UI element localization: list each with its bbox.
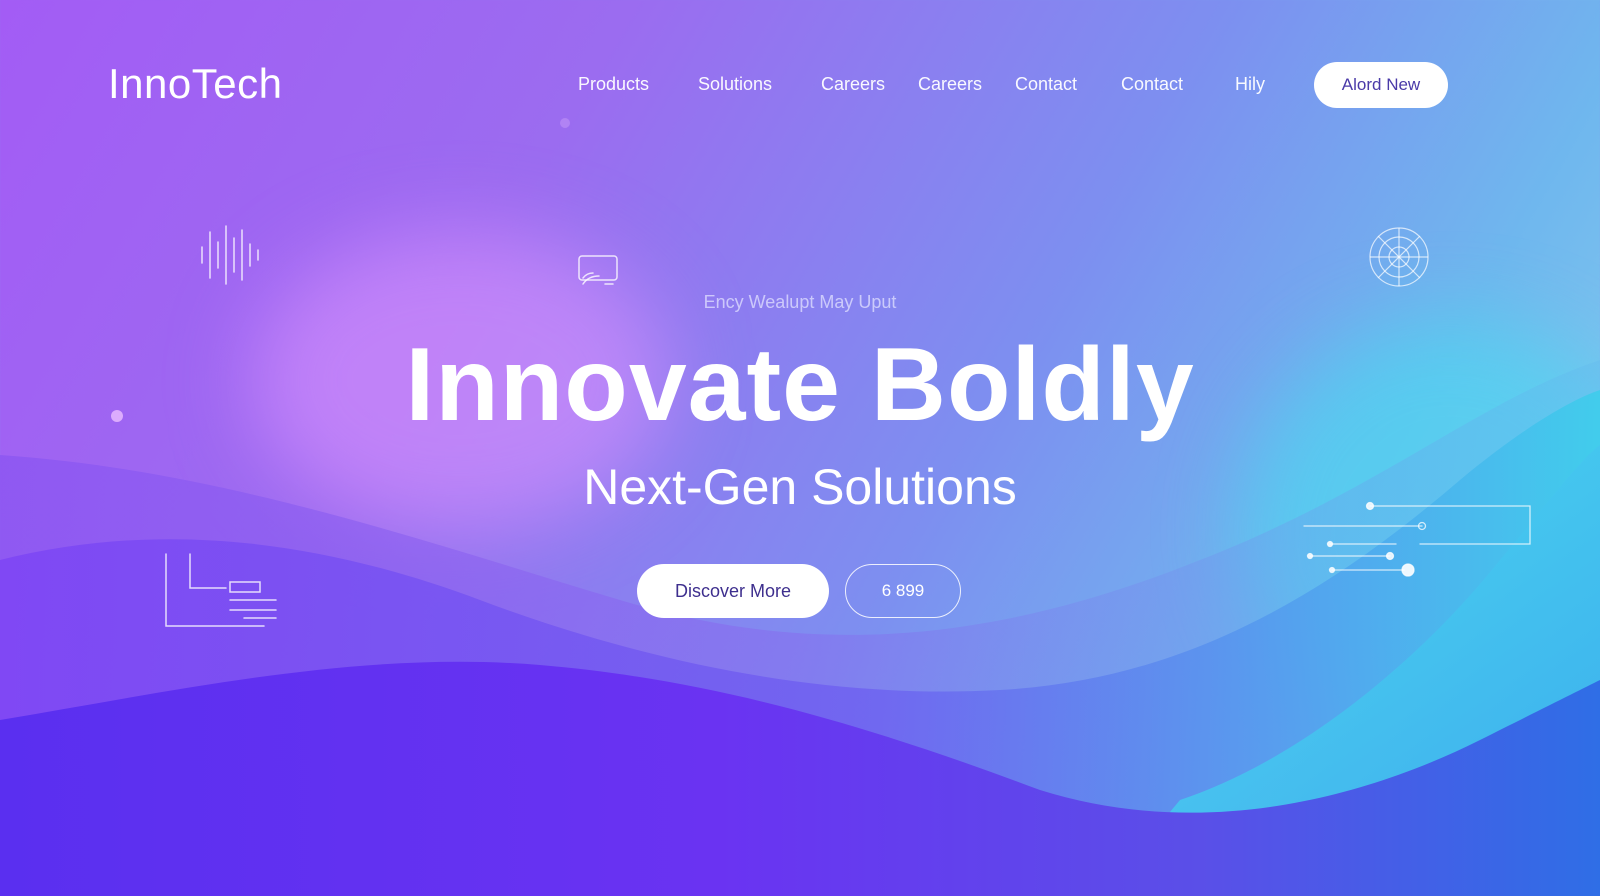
- hero-title: Innovate Boldly: [405, 327, 1195, 443]
- brand-logo[interactable]: InnoTech: [108, 60, 282, 108]
- nav-item-contact[interactable]: Contact: [1015, 74, 1077, 95]
- nav-item-solutions[interactable]: Solutions: [698, 74, 772, 95]
- nav-item-careers[interactable]: Careers: [821, 74, 885, 95]
- nav-item-products[interactable]: Products: [578, 74, 649, 95]
- hero-eyebrow: Ency Wealupt May Uput: [703, 292, 897, 312]
- decor-dot: [560, 118, 570, 128]
- sound-wave-icon: [198, 222, 264, 288]
- nav-item-careers-2[interactable]: Careers: [918, 74, 982, 95]
- secondary-button[interactable]: 6 899: [845, 564, 961, 618]
- nav-item-hily[interactable]: Hily: [1235, 74, 1265, 95]
- chart-lines-icon: [164, 552, 280, 630]
- header-cta-button[interactable]: Alord New: [1314, 62, 1448, 108]
- site-header: InnoTech Products Solutions Careers Care…: [0, 0, 1600, 170]
- nav-item-contact-2[interactable]: Contact: [1121, 74, 1183, 95]
- screen-cast-icon: [577, 254, 619, 288]
- network-globe-icon: [1368, 226, 1430, 288]
- hero-subtitle: Next-Gen Solutions: [583, 459, 1017, 515]
- discover-more-button[interactable]: Discover More: [637, 564, 829, 618]
